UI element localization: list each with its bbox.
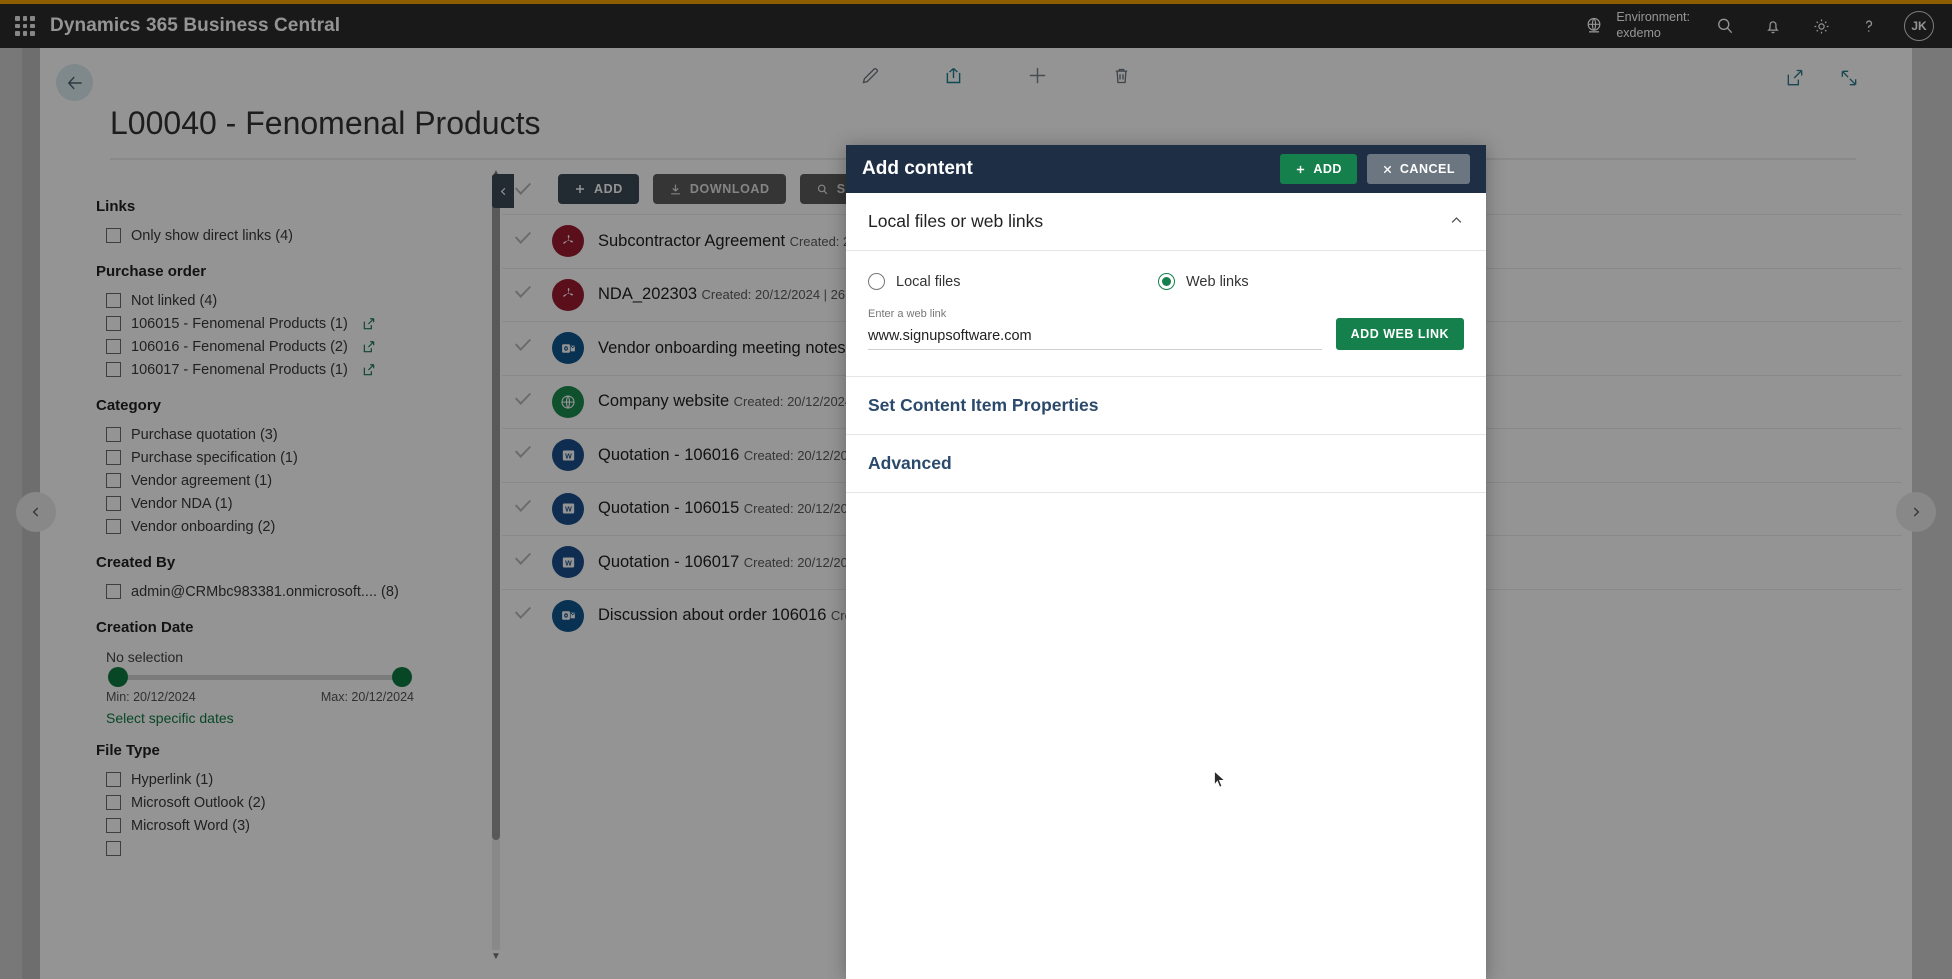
source-type-radio-group: Local files Web links [846,251,1486,294]
radio-dot[interactable] [868,273,885,290]
radio-web-links[interactable]: Web links [1158,273,1448,290]
section-title: Set Content Item Properties [868,395,1098,416]
dialog-actions: ADD CANCEL [1280,154,1470,184]
section-local-files-or-web-links[interactable]: Local files or web links [846,193,1486,251]
add-web-link-label: ADD WEB LINK [1351,327,1449,341]
dialog-title: Add content [862,158,973,180]
dialog-cancel-button[interactable]: CANCEL [1367,154,1470,184]
web-link-field-label: Enter a web link [868,308,1322,320]
dialog-add-button[interactable]: ADD [1280,154,1357,184]
dialog-header: Add content ADD CANCEL [846,145,1486,193]
radio-dot-selected[interactable] [1158,273,1175,290]
radio-local-files-label: Local files [896,274,960,290]
web-link-field-row: Enter a web link ADD WEB LINK [846,294,1486,376]
section-title: Advanced [868,453,952,474]
section-set-content-item-properties[interactable]: Set Content Item Properties [846,377,1486,435]
chevron-up-icon[interactable] [1449,213,1464,231]
dialog-cancel-label: CANCEL [1400,162,1455,176]
add-content-dialog: Add content ADD CANCEL Local files or we… [846,145,1486,979]
section-title: Local files or web links [868,211,1043,232]
mouse-cursor [1213,770,1227,790]
add-web-link-button[interactable]: ADD WEB LINK [1336,318,1464,350]
web-link-field: Enter a web link [868,308,1322,350]
dialog-add-label: ADD [1313,162,1342,176]
section-advanced[interactable]: Advanced [846,435,1486,493]
web-link-input[interactable] [868,324,1322,350]
radio-web-links-label: Web links [1186,274,1249,290]
radio-local-files[interactable]: Local files [868,273,1158,290]
